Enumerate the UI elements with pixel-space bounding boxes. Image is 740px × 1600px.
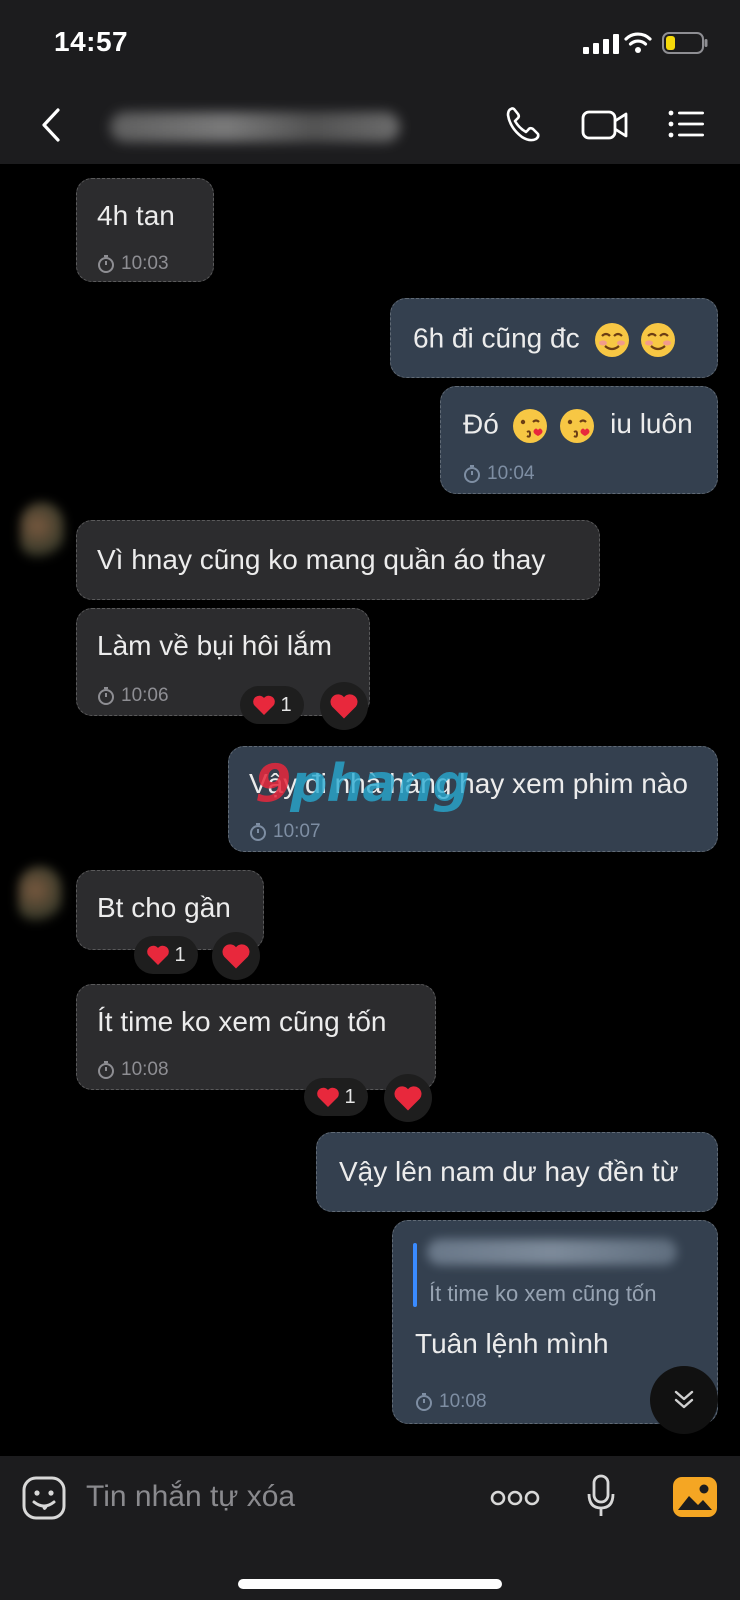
chat-header (0, 86, 740, 164)
heart-icon (317, 1087, 340, 1107)
contact-name[interactable] (110, 112, 400, 142)
video-icon[interactable] (580, 104, 630, 144)
quoted-message-text: Ít time ko xem cũng tốn (429, 1281, 657, 1306)
signal-icon (583, 34, 619, 54)
react-button[interactable] (212, 932, 260, 980)
message-timestamp: 10:03 (97, 247, 169, 281)
scroll-down-icon (674, 1390, 694, 1409)
phone-icon[interactable] (502, 104, 546, 144)
more-icon[interactable] (490, 1490, 540, 1506)
message-bubble-incoming[interactable]: 4h tan 10:03 (76, 178, 214, 282)
message-bubble-outgoing[interactable]: 6h đi cũng đc (390, 298, 718, 378)
message-bubble-incoming[interactable]: Vì hnay cũng ko mang quần áo thay (76, 520, 600, 600)
message-text: 4h tan (97, 200, 175, 231)
message-input[interactable]: Tin nhắn tự xóa (86, 1480, 295, 1514)
home-indicator (238, 1579, 502, 1589)
message-bubble-incoming[interactable]: Ít time ko xem cũng tốn 10:08 (76, 984, 436, 1090)
sticker-icon[interactable] (22, 1476, 66, 1520)
avatar[interactable] (18, 866, 62, 926)
heart-icon (147, 945, 170, 965)
status-time: 14:57 (54, 26, 129, 57)
message-text: Ít time ko xem cũng tốn (97, 1006, 387, 1037)
reaction-summary[interactable]: 1 (304, 1078, 368, 1116)
wifi-icon (624, 32, 652, 53)
message-text: Đó iu luôn (463, 407, 693, 445)
emoji-relieved-icon (595, 323, 630, 357)
clock-icon (98, 687, 114, 705)
message-bubble-outgoing[interactable]: Vậy lên nam dư hay đền từ (316, 1132, 718, 1212)
clock-icon (464, 465, 480, 483)
reaction-summary[interactable]: 1 (240, 686, 304, 724)
message-text: Làm về bụi hôi lắm (97, 630, 333, 661)
status-bar: 14:57 (0, 0, 740, 86)
message-text: Tuân lệnh mình (415, 1328, 609, 1359)
avatar[interactable] (20, 502, 64, 562)
scroll-down-button[interactable] (650, 1366, 718, 1434)
menu-icon[interactable] (666, 104, 706, 144)
heart-icon (222, 944, 250, 969)
message-timestamp: 10:07 (249, 815, 321, 849)
gallery-icon[interactable] (672, 1476, 718, 1518)
message-bubble-outgoing[interactable]: Đó iu luôn 10:04 (440, 386, 718, 494)
react-button[interactable] (320, 682, 368, 730)
mic-icon[interactable] (586, 1474, 616, 1520)
message-text: Vậy lên nam dư hay đền từ (339, 1156, 679, 1187)
quote-bar (413, 1243, 417, 1307)
heart-icon (394, 1086, 422, 1111)
battery-icon (662, 32, 708, 54)
message-text: Bt cho gần (97, 892, 231, 923)
message-timestamp: 10:08 (415, 1385, 487, 1419)
clock-icon (98, 1061, 114, 1079)
message-text: Vì hnay cũng ko mang quần áo thay (97, 544, 546, 575)
clock-icon (250, 823, 266, 841)
clock-icon (98, 255, 114, 273)
emoji-relieved-icon (641, 323, 676, 357)
message-timestamp: 10:08 (97, 1053, 169, 1087)
quoted-sender-name (427, 1239, 677, 1265)
back-icon[interactable] (36, 106, 68, 144)
react-button[interactable] (384, 1074, 432, 1122)
clock-icon (416, 1393, 432, 1411)
emoji-kissing-heart-icon (512, 409, 547, 443)
message-text: 6h đi cũng đc (413, 321, 677, 359)
reaction-summary[interactable]: 1 (134, 936, 198, 974)
message-timestamp: 10:06 (97, 679, 169, 713)
message-timestamp: 10:04 (463, 457, 535, 491)
heart-icon (253, 695, 276, 715)
watermark: 9phang (255, 754, 470, 814)
message-input-bar: Tin nhắn tự xóa (0, 1456, 740, 1600)
emoji-kissing-heart-icon (560, 409, 595, 443)
heart-icon (330, 694, 358, 719)
